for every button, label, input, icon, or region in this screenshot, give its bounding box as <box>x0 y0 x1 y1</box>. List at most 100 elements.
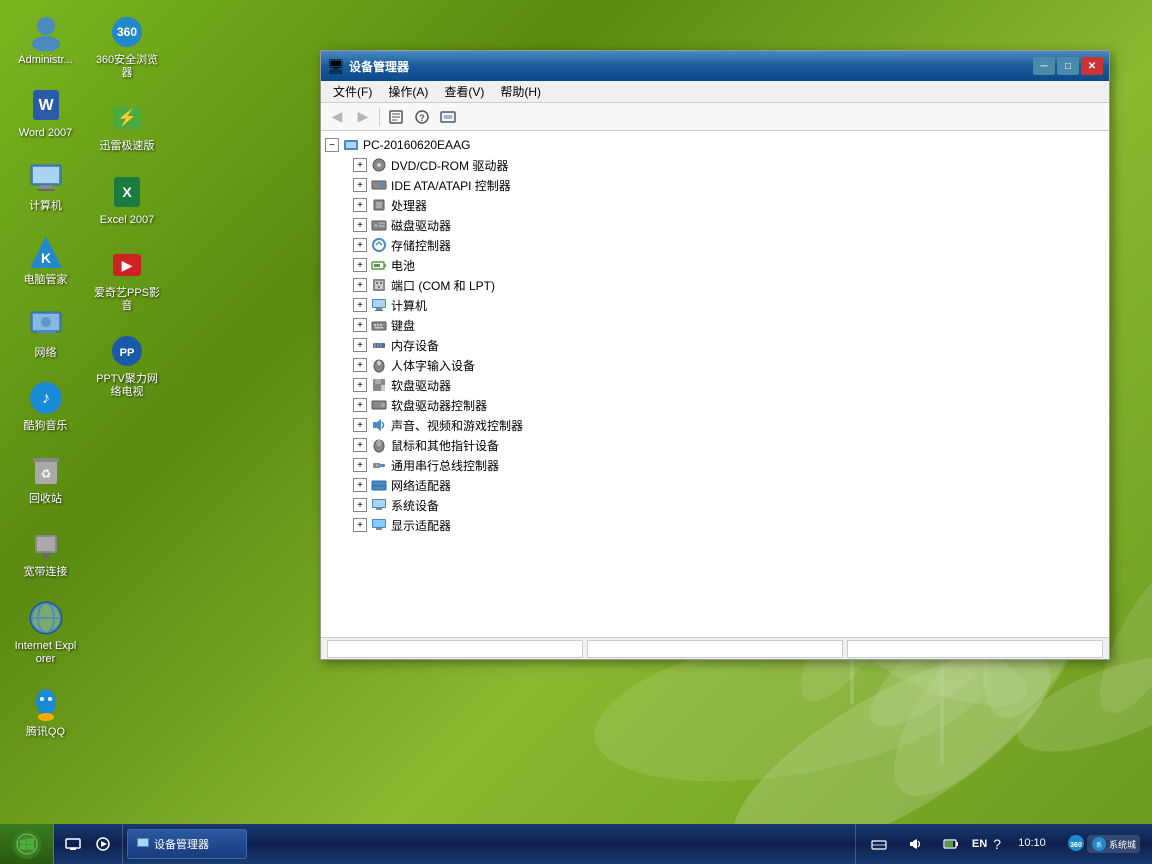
quick-media[interactable] <box>88 830 118 858</box>
tree-expand-network[interactable]: + <box>353 478 367 492</box>
desktop-icon-diannaoguan-label: 电脑管家 <box>24 274 68 287</box>
tree-item-system[interactable]: + 系统设备 <box>321 495 1109 515</box>
toolbar-scan[interactable] <box>436 106 460 128</box>
desktop-icon-qq-label: 腾讯QQ <box>26 726 65 739</box>
desktop-icon-computer[interactable]: 计算机 <box>8 154 83 217</box>
desktop-icon-recycle[interactable]: ♻ 回收站 <box>8 447 83 510</box>
svg-text:X: X <box>122 184 132 200</box>
tree-item-computer[interactable]: + 计算机 <box>321 295 1109 315</box>
tree-expand-memory[interactable]: + <box>353 338 367 352</box>
tree-item-mouse[interactable]: + 鼠标和其他指针设备 <box>321 435 1109 455</box>
tree-expand-mouse[interactable]: + <box>353 438 367 452</box>
tree-expand-keyboard[interactable]: + <box>353 318 367 332</box>
start-button[interactable] <box>0 824 54 864</box>
taskbar-item-device-mgr[interactable]: 设备管理器 <box>127 829 247 859</box>
desktop: Administr... W Word 2007 计算机 <box>0 0 1152 864</box>
svg-text:▶: ▶ <box>122 257 133 273</box>
tray-battery-icon[interactable] <box>936 830 966 858</box>
menu-help[interactable]: 帮助(H) <box>492 81 549 102</box>
tree-expand-storage[interactable]: + <box>353 238 367 252</box>
svg-text:K: K <box>40 250 50 266</box>
tree-expand-disk[interactable]: + <box>353 218 367 232</box>
window-toolbar: ◀ ▶ ? <box>321 103 1109 131</box>
tree-root-label: PC-20160620EAAG <box>363 138 470 152</box>
toolbar-forward[interactable]: ▶ <box>351 106 375 128</box>
tree-item-display[interactable]: + 显示适配器 <box>321 515 1109 535</box>
maximize-button[interactable]: □ <box>1057 57 1079 75</box>
tree-expand-battery[interactable]: + <box>353 258 367 272</box>
desktop-icon-word2007-label: Word 2007 <box>19 127 73 140</box>
toolbar-help[interactable]: ? <box>410 106 434 128</box>
tree-item-serial[interactable]: + 通用串行总线控制器 <box>321 455 1109 475</box>
toolbar-properties[interactable] <box>384 106 408 128</box>
tree-icon-disk <box>371 217 387 233</box>
desktop-icon-diannaoguan[interactable]: K 电脑管家 <box>8 228 83 291</box>
tree-expand-system[interactable]: + <box>353 498 367 512</box>
taskbar-items: 设备管理器 <box>123 829 855 859</box>
desktop-icon-qq[interactable]: 腾讯QQ <box>8 680 83 743</box>
tree-item-disk[interactable]: + 磁盘驱动器 <box>321 215 1109 235</box>
desktop-icon-360-label: 360安全浏览器 <box>94 54 161 80</box>
desktop-icon-jijifox[interactable]: ⚡ 迅雷极速版 <box>90 94 165 157</box>
desktop-icon-excel2007[interactable]: X Excel 2007 <box>90 168 165 231</box>
tree-item-memory[interactable]: + 内存设备 <box>321 335 1109 355</box>
tray-sound-icon[interactable] <box>900 830 930 858</box>
window-titlebar[interactable]: 🖥 设备管理器 ─ □ ✕ <box>321 51 1109 81</box>
desktop-icon-kugou[interactable]: ♪ 酷狗音乐 <box>8 374 83 437</box>
quick-show-desktop[interactable] <box>58 830 88 858</box>
systray-logo-icon: 系 <box>1091 836 1107 852</box>
desktop-icon-network[interactable]: 网络 <box>8 301 83 364</box>
tree-expand-dvd[interactable]: + <box>353 158 367 172</box>
tree-item-network[interactable]: + 网络适配器 <box>321 475 1109 495</box>
menu-file[interactable]: 文件(F) <box>325 81 380 102</box>
tree-label-serial: 通用串行总线控制器 <box>391 457 499 474</box>
tree-icon-computer <box>371 297 387 313</box>
tree-expand-hid[interactable]: + <box>353 358 367 372</box>
tree-root-node[interactable]: − PC-20160620EAAG <box>321 135 1109 155</box>
tray-help-icon[interactable]: ? <box>993 836 1001 852</box>
desktop-icon-360[interactable]: 360 360安全浏览器 <box>90 8 165 84</box>
tree-expand-serial[interactable]: + <box>353 458 367 472</box>
svg-text:360: 360 <box>117 25 137 39</box>
desktop-icon-aiqiyi[interactable]: ▶ 爱奇艺PPS影音 <box>90 241 165 317</box>
tree-item-ide[interactable]: + IDE ATA/ATAPI 控制器 <box>321 175 1109 195</box>
desktop-icon-jijifox-label: 迅雷极速版 <box>100 140 155 153</box>
tree-item-keyboard[interactable]: + 键盘 <box>321 315 1109 335</box>
tree-expand-processor[interactable]: + <box>353 198 367 212</box>
menu-view[interactable]: 查看(V) <box>436 81 492 102</box>
minimize-button[interactable]: ─ <box>1033 57 1055 75</box>
desktop-icon-broadband[interactable]: 宽带连接 <box>8 520 83 583</box>
tray-language[interactable]: EN <box>972 838 987 850</box>
tree-item-processor[interactable]: + 处理器 <box>321 195 1109 215</box>
tree-item-battery[interactable]: + 电池 <box>321 255 1109 275</box>
tree-expand-floppy[interactable]: + <box>353 378 367 392</box>
tree-label-floppy: 软盘驱动器 <box>391 377 451 394</box>
tree-item-sound[interactable]: + 声音、视频和游戏控制器 <box>321 415 1109 435</box>
tree-item-dvd[interactable]: + DVD/CD-ROM 驱动器 <box>321 155 1109 175</box>
window-menubar: 文件(F) 操作(A) 查看(V) 帮助(H) <box>321 81 1109 103</box>
menu-action[interactable]: 操作(A) <box>380 81 436 102</box>
tree-expand-display[interactable]: + <box>353 518 367 532</box>
tree-expand-ide[interactable]: + <box>353 178 367 192</box>
tree-expand-port[interactable]: + <box>353 278 367 292</box>
desktop-icon-word2007[interactable]: W Word 2007 <box>8 81 83 144</box>
tree-item-storage[interactable]: + 存储控制器 <box>321 235 1109 255</box>
tree-expand-computer[interactable]: + <box>353 298 367 312</box>
tree-icon-dvd <box>371 157 387 173</box>
close-button[interactable]: ✕ <box>1081 57 1103 75</box>
desktop-icon-ie[interactable]: Internet Explorer <box>8 594 83 670</box>
desktop-icon-network-label: 网络 <box>35 347 57 360</box>
tree-item-floppy-ctrl[interactable]: + 软盘驱动器控制器 <box>321 395 1109 415</box>
toolbar-back[interactable]: ◀ <box>325 106 349 128</box>
tree-expand-floppy-ctrl[interactable]: + <box>353 398 367 412</box>
desktop-icon-pptv[interactable]: PP PPTV聚力网络电视 <box>90 327 165 403</box>
tree-item-port[interactable]: + 端口 (COM 和 LPT) <box>321 275 1109 295</box>
tree-item-floppy[interactable]: + 软盘驱动器 <box>321 375 1109 395</box>
tree-expand-sound[interactable]: + <box>353 418 367 432</box>
window-title: 设备管理器 <box>349 58 1033 75</box>
tree-item-hid[interactable]: + 人体字输入设备 <box>321 355 1109 375</box>
tray-360-icon[interactable]: 360 <box>1067 834 1085 855</box>
tray-network-icon[interactable] <box>864 830 894 858</box>
tree-root-expand[interactable]: − <box>325 138 339 152</box>
desktop-icon-admin[interactable]: Administr... <box>8 8 83 71</box>
